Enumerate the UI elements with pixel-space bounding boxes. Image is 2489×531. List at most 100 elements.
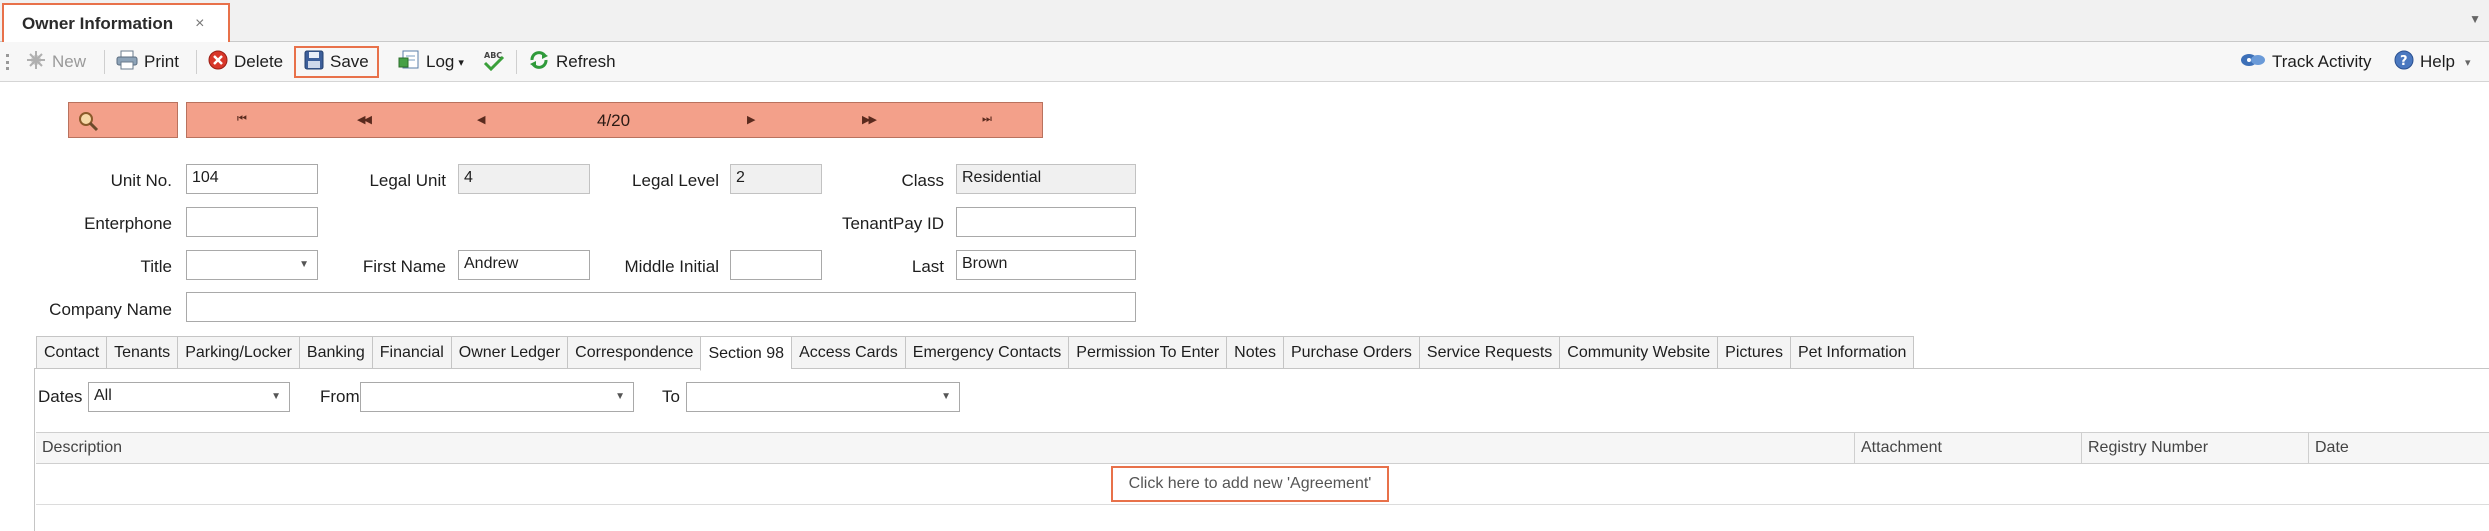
previous-page-icon[interactable]: ◀◀ xyxy=(357,113,372,126)
spellcheck-icon: ABC xyxy=(482,49,506,76)
add-new-agreement-row[interactable]: Click here to add new 'Agreement' xyxy=(1111,466,1389,502)
save-button[interactable]: Save xyxy=(294,46,379,78)
next-record-icon[interactable]: ▶ xyxy=(747,113,756,126)
tab-access-cards[interactable]: Access Cards xyxy=(791,336,905,369)
chevron-down-icon[interactable]: ▼ xyxy=(2469,12,2481,26)
new-button[interactable]: New xyxy=(22,46,90,78)
chevron-down-icon[interactable]: ▼ xyxy=(941,391,951,402)
tab-title: Owner Information xyxy=(22,14,174,33)
toolbar-grip[interactable] xyxy=(6,54,9,70)
tab-contact[interactable]: Contact xyxy=(36,336,107,369)
log-button[interactable]: Log ▾ xyxy=(394,46,468,78)
dates-label: Dates xyxy=(38,387,83,406)
company-name-label: Company Name xyxy=(49,300,172,319)
toolbar-separator xyxy=(196,50,197,74)
legal-unit-field: 4 xyxy=(458,164,590,194)
tab-pictures[interactable]: Pictures xyxy=(1717,336,1790,369)
column-registry-number[interactable]: Registry Number xyxy=(2081,433,2308,463)
floppy-disk-icon xyxy=(304,50,324,75)
tab-tenants[interactable]: Tenants xyxy=(106,336,178,369)
tab-section-98[interactable]: Section 98 xyxy=(700,336,792,371)
grid-row-divider xyxy=(36,504,2489,505)
first-name-label: First Name xyxy=(362,257,446,276)
class-label: Class xyxy=(901,171,944,190)
close-icon[interactable]: × xyxy=(195,15,204,33)
chevron-down-icon[interactable]: ▼ xyxy=(299,259,309,270)
last-name-label: Last xyxy=(911,257,944,276)
tenantpay-id-field[interactable] xyxy=(956,207,1136,237)
company-name-field[interactable] xyxy=(186,292,1136,322)
from-date-dropdown[interactable]: ▼ xyxy=(360,382,634,412)
column-description[interactable]: Description xyxy=(36,433,1854,463)
middle-initial-field[interactable] xyxy=(730,250,822,280)
tab-community-website[interactable]: Community Website xyxy=(1559,336,1718,369)
unit-no-field[interactable]: 104 xyxy=(186,164,318,194)
column-attachment[interactable]: Attachment xyxy=(1854,433,2081,463)
from-label: From xyxy=(320,387,360,406)
tab-pet-information[interactable]: Pet Information xyxy=(1789,336,1915,369)
last-record-icon[interactable]: ⏭ xyxy=(982,113,992,126)
track-activity-button[interactable]: Track Activity xyxy=(2236,46,2376,78)
tab-emergency-contacts[interactable]: Emergency Contacts xyxy=(904,336,1069,369)
tab-permission-to-enter[interactable]: Permission To Enter xyxy=(1068,336,1227,369)
tab-financial[interactable]: Financial xyxy=(371,336,451,369)
tab-banking[interactable]: Banking xyxy=(298,336,372,369)
new-label: New xyxy=(52,52,87,71)
toolbar-separator xyxy=(104,50,105,74)
help-button[interactable]: ? Help ▾ xyxy=(2390,46,2475,78)
section-tabs: Contact Tenants Parking/Locker Banking F… xyxy=(36,336,1915,371)
delete-icon xyxy=(208,50,228,75)
track-activity-icon xyxy=(2240,50,2266,75)
record-search-button[interactable] xyxy=(68,102,178,138)
help-label: Help xyxy=(2420,52,2455,71)
title-label: Title xyxy=(140,257,173,276)
tab-service-requests[interactable]: Service Requests xyxy=(1418,336,1560,369)
last-name-field[interactable]: Brown xyxy=(956,250,1136,280)
tenantpay-id-label: TenantPay ID xyxy=(841,214,944,233)
next-page-icon[interactable]: ▶▶ xyxy=(862,113,877,126)
svg-text:?: ? xyxy=(2400,54,2408,69)
log-label: Log xyxy=(426,52,455,71)
chevron-down-icon[interactable]: ▼ xyxy=(615,391,625,402)
enterphone-label: Enterphone xyxy=(84,214,172,233)
refresh-label: Refresh xyxy=(556,52,616,71)
log-icon xyxy=(398,50,420,75)
record-position: 4/20 xyxy=(597,111,631,130)
tab-notes[interactable]: Notes xyxy=(1226,336,1283,369)
refresh-button[interactable]: Refresh xyxy=(524,46,620,78)
help-dropdown-icon: ▾ xyxy=(2464,56,2471,69)
tab-parking-locker[interactable]: Parking/Locker xyxy=(177,336,299,369)
spellcheck-button[interactable]: ABC xyxy=(478,46,516,78)
delete-button[interactable]: Delete xyxy=(204,46,287,78)
toolbar-separator xyxy=(516,50,517,74)
legal-level-label: Legal Level xyxy=(632,171,719,190)
unit-no-label: Unit No. xyxy=(110,171,172,190)
delete-label: Delete xyxy=(234,52,284,71)
enterphone-field[interactable] xyxy=(186,207,318,237)
dates-value: All xyxy=(94,387,112,404)
print-button[interactable]: Print xyxy=(112,46,183,78)
document-tab-strip: Owner Information × ▼ xyxy=(0,0,2489,43)
toolbar: New Print Delete Save Log ▾ ABC Refresh … xyxy=(0,42,2489,82)
legal-unit-label: Legal Unit xyxy=(369,171,446,190)
chevron-down-icon[interactable]: ▼ xyxy=(271,391,281,402)
legal-level-field: 2 xyxy=(730,164,822,194)
tab-correspondence[interactable]: Correspondence xyxy=(567,336,701,369)
title-dropdown[interactable]: ▼ xyxy=(186,250,318,280)
previous-record-icon[interactable]: ◀ xyxy=(477,113,486,126)
tab-owner-ledger[interactable]: Owner Ledger xyxy=(450,336,568,369)
save-label: Save xyxy=(330,52,369,71)
help-icon: ? xyxy=(2394,50,2414,75)
new-star-icon xyxy=(26,50,46,75)
record-navigator: ⏮ ◀◀ ◀ 4/20 ▶ ▶▶ ⏭ xyxy=(186,102,1043,138)
print-label: Print xyxy=(144,52,179,71)
tab-purchase-orders[interactable]: Purchase Orders xyxy=(1282,336,1419,369)
first-record-icon[interactable]: ⏮ xyxy=(237,113,247,126)
owner-information-tab[interactable]: Owner Information × xyxy=(2,3,230,43)
to-date-dropdown[interactable]: ▼ xyxy=(686,382,960,412)
dates-dropdown[interactable]: All ▼ xyxy=(88,382,290,412)
column-date[interactable]: Date xyxy=(2308,433,2489,463)
first-name-field[interactable]: Andrew xyxy=(458,250,590,280)
log-dropdown-icon: ▾ xyxy=(458,56,464,69)
middle-initial-label: Middle Initial xyxy=(624,257,720,276)
